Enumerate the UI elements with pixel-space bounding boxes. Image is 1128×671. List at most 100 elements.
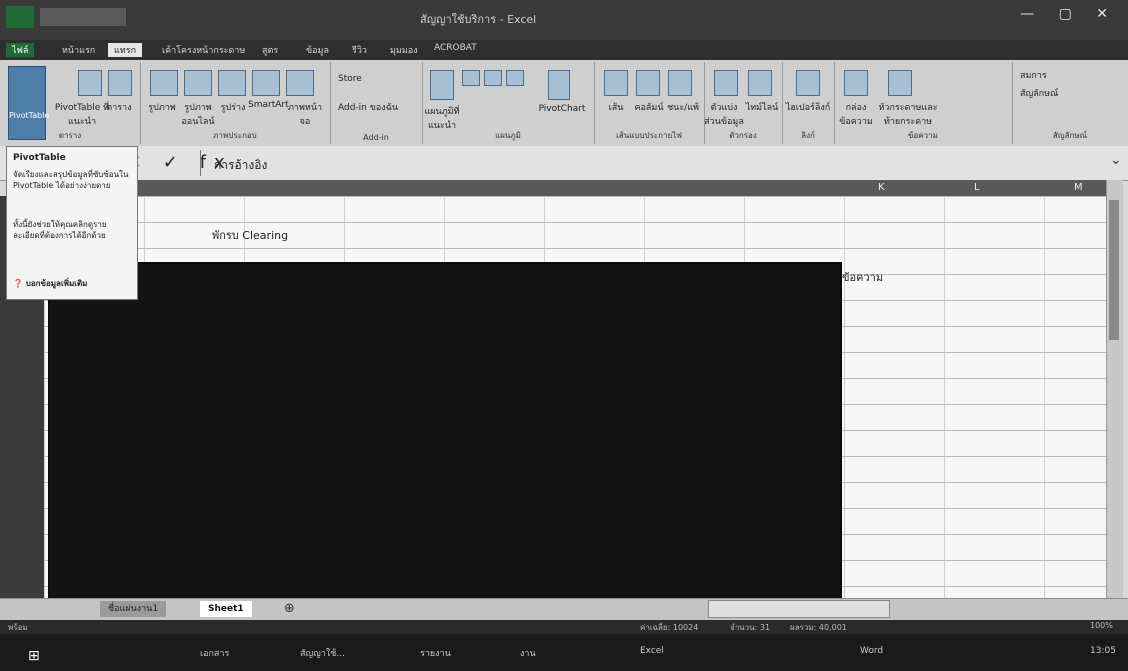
help-icon: ❓: [13, 279, 23, 288]
hyperlink-button[interactable]: ไฮเปอร์ลิงก์: [782, 100, 834, 114]
tab-review[interactable]: รีวิว: [346, 43, 373, 57]
tooltip-link-label: บอกข้อมูลเพิ่มเติม: [25, 279, 88, 288]
store-button[interactable]: Store: [338, 74, 362, 84]
textbox-button[interactable]: กล่องข้อความ: [834, 100, 878, 128]
recommended-charts-button[interactable]: แผนภูมิที่แนะนำ: [422, 104, 462, 132]
taskbar-item-4[interactable]: งาน: [520, 646, 536, 660]
embedded-image-object[interactable]: [48, 262, 842, 600]
column-header-m[interactable]: M: [1074, 182, 1083, 193]
column-header-l[interactable]: L: [974, 182, 980, 193]
online-pictures-button[interactable]: รูปภาพออนไลน์: [180, 100, 216, 128]
sheet-tab-2[interactable]: Sheet1: [200, 601, 252, 617]
cell-label[interactable]: ข้อความ: [842, 268, 883, 286]
smartart-icon: [252, 70, 280, 96]
status-count: จำนวน: 31: [730, 623, 771, 632]
sparkline-winloss-icon: [668, 70, 692, 96]
pivottable-label: PivotTable: [9, 111, 50, 120]
column-header-k[interactable]: K: [878, 182, 885, 193]
symbols-group-label: สัญลักษณ์: [1052, 131, 1088, 140]
taskbar-clock: 13:05: [1090, 646, 1116, 656]
pivotchart-button[interactable]: PivotChart: [534, 104, 590, 114]
filters-group: ตัวแบ่งส่วนข้อมูล ไทม์ไลน์ ตัวกรอง: [704, 62, 783, 144]
timeline-icon: [748, 70, 772, 96]
tooltip-learn-more-link[interactable]: ❓ บอกข้อมูลเพิ่มเติม: [13, 277, 87, 290]
header-footer-icon: [888, 70, 912, 96]
tooltip-line2: ทั้งนี้ยังช่วยให้คุณคลิกดูรายละเอียดที่ต…: [13, 220, 107, 240]
windows-start-icon[interactable]: ⊞: [28, 648, 40, 664]
column-chart-icon: [462, 70, 480, 86]
recommended-pivot-button[interactable]: PivotTable ที่แนะนำ: [52, 100, 112, 128]
pie-chart-icon: [506, 70, 524, 86]
illustrations-group-label: ภาพประกอบ: [213, 131, 257, 140]
cell-text[interactable]: พักรบ Clearing: [212, 226, 288, 244]
formula-input[interactable]: การอ้างอิง: [214, 156, 267, 175]
taskbar: ⊞ เอกสาร สัญญาใช้... รายงาน งาน Excel Wo…: [0, 634, 1128, 671]
pivottable-button[interactable]: PivotTable: [8, 66, 50, 140]
taskbar-item-3[interactable]: รายงาน: [420, 646, 451, 660]
pivotchart-icon: [548, 70, 570, 100]
sparkline-column-button[interactable]: คอลัมน์: [630, 100, 668, 114]
timeline-button[interactable]: ไทม์ไลน์: [744, 100, 780, 114]
illustrations-group: รูปภาพ รูปภาพออนไลน์ รูปร่าง SmartArt ภา…: [140, 62, 331, 144]
filters-group-label: ตัวกรอง: [729, 131, 757, 140]
status-ready: พร้อม: [8, 623, 28, 632]
horizontal-scrollbar[interactable]: [708, 600, 890, 618]
taskbar-item-5[interactable]: Excel: [640, 646, 664, 656]
scrollbar-thumb[interactable]: [1109, 200, 1119, 340]
add-sheet-icon[interactable]: ⊕: [276, 601, 303, 617]
slicer-icon: [714, 70, 738, 96]
status-sum: ผลรวม: 40,001: [790, 623, 847, 632]
sparkline-column-icon: [636, 70, 660, 96]
smartart-button[interactable]: SmartArt: [248, 100, 289, 110]
addins-group-label: Add-in: [363, 133, 389, 142]
shapes-button[interactable]: รูปร่าง: [218, 100, 248, 114]
taskbar-item-6[interactable]: Word: [860, 646, 883, 656]
screenshot-button[interactable]: ภาพหน้าจอ: [284, 100, 326, 128]
screenshot-icon: [286, 70, 314, 96]
symbol-button[interactable]: สัญลักษณ์: [1020, 86, 1058, 100]
tooltip-line1: จัดเรียงและสรุปข้อมูลที่ซับซ้อนใน PivotT…: [13, 170, 129, 190]
text-group-label: ข้อความ: [908, 131, 938, 140]
my-addins-button[interactable]: Add-in ของฉัน: [338, 100, 398, 114]
equation-button[interactable]: สมการ: [1020, 68, 1047, 82]
text-group: กล่องข้อความ หัวกระดาษและท้ายกระดาษ ข้อค…: [834, 62, 1013, 144]
chevron-down-icon[interactable]: ⌄: [1110, 152, 1122, 168]
sparkline-winloss-button[interactable]: ชนะ/แพ้: [666, 100, 700, 114]
online-picture-icon: [184, 70, 212, 96]
tab-view[interactable]: มุมมอง: [384, 43, 424, 57]
slicer-button[interactable]: ตัวแบ่งส่วนข้อมูล: [704, 100, 744, 128]
line-chart-icon: [484, 70, 502, 86]
window-title: สัญญาใช้บริการ - Excel: [420, 13, 537, 26]
table-button[interactable]: ตาราง: [104, 100, 134, 114]
tab-data[interactable]: ข้อมูล: [300, 43, 335, 57]
status-bar: พร้อม ค่าเฉลี่ย: 10024 จำนวน: 31 ผลรวม: …: [0, 620, 1128, 634]
tab-home[interactable]: หน้าแรก: [56, 43, 101, 57]
charts-group-label: แผนภูมิ: [495, 131, 521, 140]
window-controls[interactable]: — ▢ ✕: [1020, 6, 1118, 22]
taskbar-item-1[interactable]: เอกสาร: [200, 646, 229, 660]
quick-access-toolbar[interactable]: [40, 8, 126, 26]
links-group: ไฮเปอร์ลิงก์ ลิงก์: [782, 62, 835, 144]
hyperlink-icon: [796, 70, 820, 96]
charts-group: แผนภูมิที่แนะนำ PivotChart แผนภูมิ: [422, 62, 595, 144]
tooltip-title: PivotTable: [13, 153, 66, 163]
sheet-tab-bar: ชื่อแผ่นงาน1 Sheet1 ⊕: [0, 598, 1128, 621]
column-header-row: K L M: [44, 180, 1106, 196]
tab-formulas[interactable]: สูตร: [256, 43, 284, 57]
sparkline-line-icon: [604, 70, 628, 96]
formula-separator: [200, 150, 201, 176]
sparkline-line-button[interactable]: เส้น: [602, 100, 630, 114]
zoom-level[interactable]: 100%: [1090, 621, 1113, 630]
pictures-button[interactable]: รูปภาพ: [144, 100, 180, 114]
pivottable-tooltip: PivotTable จัดเรียงและสรุปข้อมูลที่ซับซ้…: [6, 146, 138, 300]
sparklines-group-label: เส้นแบบประกายไฟ: [616, 131, 682, 140]
taskbar-item-2[interactable]: สัญญาใช้...: [300, 646, 345, 660]
tab-page-layout[interactable]: เค้าโครงหน้ากระดาษ: [156, 43, 251, 57]
tab-acrobat[interactable]: ACROBAT: [428, 43, 483, 57]
tab-insert[interactable]: แทรก: [108, 43, 143, 57]
recommended-pivot-icon: [78, 70, 102, 96]
sheet-tab-1[interactable]: ชื่อแผ่นงาน1: [100, 601, 167, 617]
textbox-icon: [844, 70, 868, 96]
tab-file[interactable]: ไฟล์: [6, 43, 35, 57]
header-footer-button[interactable]: หัวกระดาษและท้ายกระดาษ: [878, 100, 938, 128]
